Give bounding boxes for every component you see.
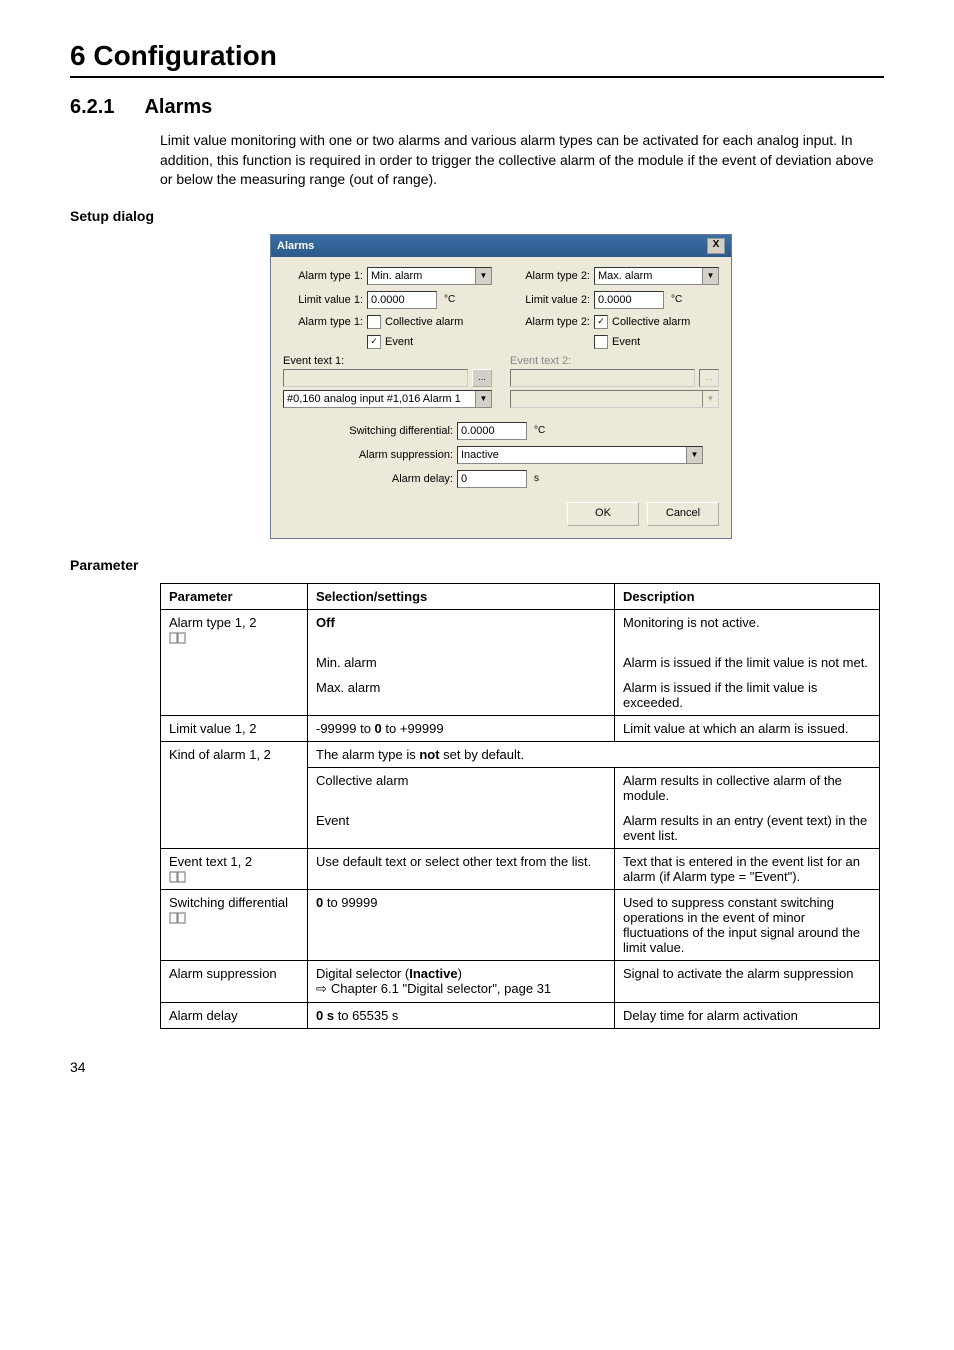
collective-alarm-2-checkbox[interactable]: ✓ — [594, 315, 608, 329]
ok-button[interactable]: OK — [567, 502, 639, 526]
cell-alarm-type-min-desc: Alarm is issued if the limit value is no… — [615, 650, 880, 675]
chevron-down-icon: ▼ — [702, 391, 718, 407]
event-2-label: Event — [612, 336, 640, 348]
page-number: 34 — [70, 1059, 884, 1075]
switching-diff-unit: °C — [534, 425, 545, 436]
event-1-checkbox[interactable]: ✓ — [367, 335, 381, 349]
collective-alarm-1-checkbox[interactable] — [367, 315, 381, 329]
limit-value-1-input[interactable] — [367, 291, 437, 309]
cell-event-text-sel: Use default text or select other text fr… — [308, 848, 615, 889]
event-text-2-browse: ... — [699, 369, 719, 387]
parameter-table: Parameter Selection/settings Description… — [160, 583, 880, 1029]
collective-alarm-2-label: Collective alarm — [612, 316, 690, 328]
cell-kind-span: The alarm type is not set by default. — [308, 741, 880, 767]
cell-limit-value-sel: -99999 to 0 to +99999 — [308, 715, 615, 741]
cell-kind-event: Event — [308, 808, 615, 849]
cell-switching-diff-param: Switching differential — [161, 889, 308, 960]
cell-alarm-suppression-param: Alarm suppression — [161, 960, 308, 1002]
alarm-delay-label: Alarm delay: — [323, 473, 453, 485]
chapter-title: 6 Configuration — [70, 40, 884, 72]
cell-kind-event-desc: Alarm results in an entry (event text) i… — [615, 808, 880, 849]
cell-alarm-type-max-desc: Alarm is issued if the limit value is ex… — [615, 675, 880, 716]
chevron-down-icon[interactable]: ▼ — [702, 268, 718, 284]
switching-diff-input[interactable] — [457, 422, 527, 440]
book-icon — [169, 632, 187, 644]
setup-dialog-heading: Setup dialog — [70, 208, 884, 224]
alarm-suppression-select[interactable]: Inactive ▼ — [457, 446, 703, 464]
cell-limit-value-desc: Limit value at which an alarm is issued. — [615, 715, 880, 741]
chevron-down-icon[interactable]: ▼ — [686, 447, 702, 463]
book-icon — [169, 912, 187, 924]
alarm-suppression-value: Inactive — [461, 449, 499, 461]
cell-alarm-suppression-desc: Signal to activate the alarm suppression — [615, 960, 880, 1002]
cell-alarm-delay-desc: Delay time for alarm activation — [615, 1002, 880, 1028]
cell-switching-diff-sel: 0 to 99999 — [308, 889, 615, 960]
header-rule — [70, 76, 884, 78]
alarm-suppression-label: Alarm suppression: — [323, 449, 453, 461]
section-title: Alarms — [144, 96, 212, 119]
close-icon[interactable]: X — [707, 238, 725, 254]
chevron-down-icon[interactable]: ▼ — [475, 391, 491, 407]
cell-alarm-type-off-desc: Monitoring is not active. — [615, 609, 880, 650]
th-parameter: Parameter — [161, 583, 308, 609]
arrow-icon: ⇨ — [316, 981, 327, 997]
th-description: Description — [615, 583, 880, 609]
event-1-label: Event — [385, 336, 413, 348]
th-selection: Selection/settings — [308, 583, 615, 609]
alarm-type-1-value: Min. alarm — [371, 270, 422, 282]
event-text-2-select: ▼ — [510, 390, 719, 408]
section-number: 6.2.1 — [70, 96, 140, 119]
cell-kind-param: Kind of alarm 1, 2 — [161, 741, 308, 767]
alarm-type-1b-label: Alarm type 1: — [283, 316, 363, 328]
cell-kind-collective-desc: Alarm results in collective alarm of the… — [615, 767, 880, 808]
event-text-2-text — [510, 369, 695, 387]
alarm-type-2-label: Alarm type 2: — [510, 270, 590, 282]
cell-alarm-suppression-sel: Digital selector (Inactive) ⇨Chapter 6.1… — [308, 960, 615, 1002]
cell-limit-value-param: Limit value 1, 2 — [161, 715, 308, 741]
chevron-down-icon[interactable]: ▼ — [475, 268, 491, 284]
alarm-type-2-select[interactable]: Max. alarm ▼ — [594, 267, 719, 285]
alarm-type-1-label: Alarm type 1: — [283, 270, 363, 282]
cell-event-text-desc: Text that is entered in the event list f… — [615, 848, 880, 889]
dialog-titlebar: Alarms X — [271, 235, 731, 257]
alarm-type-2-value: Max. alarm — [598, 270, 652, 282]
cell-alarm-type-param: Alarm type 1, 2 — [161, 609, 308, 650]
cell-alarm-type-off: Off — [308, 609, 615, 650]
cell-alarm-type-max: Max. alarm — [308, 675, 615, 716]
dialog-title: Alarms — [277, 240, 314, 252]
cell-alarm-delay-param: Alarm delay — [161, 1002, 308, 1028]
cell-event-text-param: Event text 1, 2 — [161, 848, 308, 889]
collective-alarm-1-label: Collective alarm — [385, 316, 463, 328]
book-icon — [169, 871, 187, 883]
intro-paragraph: Limit value monitoring with one or two a… — [160, 131, 884, 190]
limit-value-2-label: Limit value 2: — [510, 294, 590, 306]
event-text-1-text — [283, 369, 468, 387]
unit-1: °C — [444, 294, 455, 305]
event-text-1-select[interactable]: #0,160 analog input #1,016 Alarm 1 ▼ — [283, 390, 492, 408]
cell-alarm-delay-sel: 0 s to 65535 s — [308, 1002, 615, 1028]
event-2-checkbox[interactable] — [594, 335, 608, 349]
alarm-type-1-select[interactable]: Min. alarm ▼ — [367, 267, 492, 285]
alarm-type-2b-label: Alarm type 2: — [510, 316, 590, 328]
unit-2: °C — [671, 294, 682, 305]
event-text-1-value: #0,160 analog input #1,016 Alarm 1 — [287, 393, 461, 405]
event-text-1-label: Event text 1: — [283, 355, 492, 367]
limit-value-1-label: Limit value 1: — [283, 294, 363, 306]
cancel-button[interactable]: Cancel — [647, 502, 719, 526]
cell-kind-collective: Collective alarm — [308, 767, 615, 808]
limit-value-2-input[interactable] — [594, 291, 664, 309]
cell-switching-diff-desc: Used to suppress constant switching oper… — [615, 889, 880, 960]
alarm-delay-input[interactable] — [457, 470, 527, 488]
cell-alarm-type-min: Min. alarm — [308, 650, 615, 675]
alarms-dialog: Alarms X Alarm type 1: Min. alarm ▼ — [270, 234, 732, 539]
event-text-2-label: Event text 2: — [510, 355, 719, 367]
parameter-heading: Parameter — [70, 557, 884, 573]
event-text-1-browse[interactable]: ... — [472, 369, 492, 387]
alarm-delay-unit: s — [534, 473, 539, 484]
switching-diff-label: Switching differential: — [323, 425, 453, 437]
